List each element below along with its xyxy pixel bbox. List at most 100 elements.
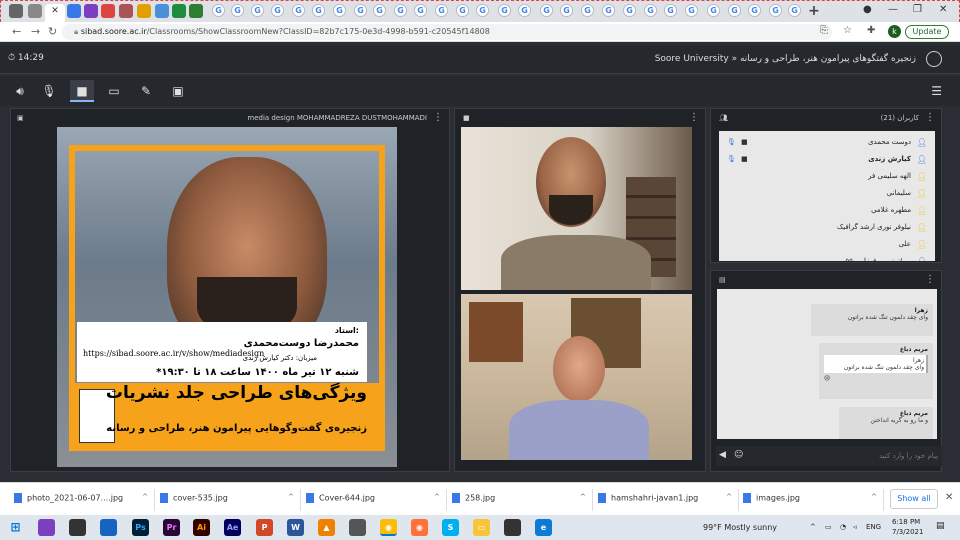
powerpoint-icon[interactable]: P bbox=[256, 519, 273, 536]
screen-share-icon[interactable]: ▭ bbox=[102, 80, 126, 102]
bookmark-star-icon[interactable]: ☆ bbox=[843, 25, 852, 36]
google-tab-favicon-icon[interactable]: G bbox=[231, 4, 244, 17]
google-tab-favicon-icon[interactable]: G bbox=[644, 4, 657, 17]
speaker-icon[interactable]: 🔊︎ bbox=[8, 80, 32, 102]
google-tab-favicon-icon[interactable]: G bbox=[476, 4, 489, 17]
show-all-button[interactable]: Show all bbox=[890, 489, 938, 509]
app-visual-studio-icon[interactable] bbox=[38, 519, 55, 536]
tray-chevron-icon[interactable]: ^ bbox=[810, 523, 816, 531]
download-item[interactable]: hamshahri-javan1.jpg bbox=[598, 493, 698, 503]
google-tab-favicon-icon[interactable]: G bbox=[560, 4, 573, 17]
google-tab-favicon-icon[interactable]: G bbox=[251, 4, 264, 17]
google-tab-favicon-icon[interactable]: G bbox=[748, 4, 761, 17]
tab-favicon-icon[interactable] bbox=[28, 4, 42, 18]
active-tab[interactable]: ✕ bbox=[45, 4, 65, 23]
google-tab-favicon-icon[interactable]: G bbox=[435, 4, 448, 17]
network-icon[interactable]: ▭ bbox=[825, 523, 832, 531]
start-icon[interactable]: ⊞ bbox=[7, 519, 24, 536]
panel-expand-icon[interactable]: ▣ bbox=[17, 109, 24, 127]
new-tab-icon[interactable]: + bbox=[807, 4, 821, 18]
google-tab-favicon-icon[interactable]: G bbox=[769, 4, 782, 17]
user-row[interactable]: دوست محمدی 👤︎ 🎙︎ ■ bbox=[719, 135, 935, 151]
weather-text[interactable]: 99°F Mostly sunny bbox=[703, 523, 777, 532]
video-tile-1[interactable] bbox=[461, 127, 692, 290]
close-downloads-icon[interactable]: ✕ bbox=[945, 492, 953, 503]
user-row[interactable]: زینب ...فرزا ... ۵۵/ ... 👤︎ bbox=[719, 254, 935, 261]
tab-favicon-icon[interactable] bbox=[67, 4, 81, 18]
download-options-icon[interactable]: ^ bbox=[726, 493, 732, 501]
word-icon[interactable]: W bbox=[287, 519, 304, 536]
download-item[interactable]: cover-535.jpg bbox=[160, 493, 228, 503]
kebab-menu-icon[interactable]: ⋮ bbox=[925, 271, 935, 289]
google-tab-favicon-icon[interactable]: G bbox=[685, 4, 698, 17]
tab-favicon-icon[interactable] bbox=[189, 4, 203, 18]
tab-favicon-icon[interactable] bbox=[9, 4, 23, 18]
google-tab-favicon-icon[interactable]: G bbox=[498, 4, 511, 17]
app-task-view-icon[interactable] bbox=[69, 519, 86, 536]
chat-input[interactable] bbox=[750, 448, 938, 464]
user-row[interactable]: نیلوفر نوری ارشد گرافیک 👤︎ bbox=[719, 220, 935, 236]
clock-time[interactable]: 6:18 PM bbox=[892, 518, 920, 526]
download-item[interactable]: images.jpg bbox=[743, 493, 800, 503]
camera-icon[interactable]: ■ bbox=[70, 80, 94, 102]
close-window-icon[interactable]: ✕ bbox=[939, 4, 947, 15]
download-item[interactable]: Cover-644.jpg bbox=[306, 493, 375, 503]
google-tab-favicon-icon[interactable]: G bbox=[602, 4, 615, 17]
video-tile-2[interactable] bbox=[461, 294, 692, 460]
emoji-icon[interactable]: ☺ bbox=[734, 450, 743, 460]
profile-avatar[interactable]: k bbox=[888, 25, 901, 38]
google-tab-favicon-icon[interactable]: G bbox=[333, 4, 346, 17]
tab-close-icon[interactable]: ✕ bbox=[51, 6, 59, 16]
google-tab-favicon-icon[interactable]: G bbox=[354, 4, 367, 17]
app-icon[interactable] bbox=[349, 519, 366, 536]
firefox-icon[interactable]: ◉ bbox=[411, 519, 428, 536]
google-tab-favicon-icon[interactable]: G bbox=[456, 4, 469, 17]
wifi-icon[interactable]: ◔ bbox=[840, 523, 846, 531]
google-tab-favicon-icon[interactable]: G bbox=[664, 4, 677, 17]
whiteboard-brush-icon[interactable]: ✎ bbox=[134, 80, 158, 102]
download-options-icon[interactable]: ^ bbox=[871, 493, 877, 501]
download-item[interactable]: photo_2021-06-07....jpg bbox=[14, 493, 123, 503]
google-tab-favicon-icon[interactable]: G bbox=[518, 4, 531, 17]
google-tab-favicon-icon[interactable]: G bbox=[373, 4, 386, 17]
update-button[interactable]: Update bbox=[905, 25, 949, 39]
clock-date[interactable]: 7/3/2021 bbox=[892, 528, 923, 536]
google-tab-favicon-icon[interactable]: G bbox=[292, 4, 305, 17]
app-icon[interactable] bbox=[100, 519, 117, 536]
google-tab-favicon-icon[interactable]: G bbox=[394, 4, 407, 17]
tab-search-icon[interactable]: ● bbox=[863, 4, 872, 15]
google-tab-favicon-icon[interactable]: G bbox=[707, 4, 720, 17]
download-options-icon[interactable]: ^ bbox=[434, 493, 440, 501]
after-effects-icon[interactable]: Ae bbox=[224, 519, 241, 536]
app-icon[interactable] bbox=[504, 519, 521, 536]
share-icon[interactable]: ⎘ bbox=[820, 25, 828, 36]
maximize-icon[interactable]: ❐ bbox=[913, 4, 922, 15]
user-row[interactable]: الهه سلیمی فر 👤︎ bbox=[719, 169, 935, 185]
google-tab-favicon-icon[interactable]: G bbox=[728, 4, 741, 17]
google-tab-favicon-icon[interactable]: G bbox=[212, 4, 225, 17]
menu-icon[interactable]: ☰ bbox=[931, 84, 942, 98]
kebab-menu-icon[interactable]: ⋮ bbox=[925, 109, 935, 127]
tab-favicon-icon[interactable] bbox=[155, 4, 169, 18]
minimize-icon[interactable]: — bbox=[888, 4, 898, 15]
google-tab-favicon-icon[interactable]: G bbox=[540, 4, 553, 17]
illustrator-icon[interactable]: Ai bbox=[193, 519, 210, 536]
forward-icon[interactable]: → bbox=[31, 25, 40, 38]
back-icon[interactable]: ← bbox=[12, 25, 21, 38]
tab-favicon-icon[interactable] bbox=[137, 4, 151, 18]
user-row[interactable]: مطهره غلامی 👤︎ bbox=[719, 203, 935, 219]
download-item[interactable]: 258.jpg bbox=[452, 493, 495, 503]
reload-icon[interactable]: ↻ bbox=[48, 25, 57, 38]
google-tab-favicon-icon[interactable]: G bbox=[581, 4, 594, 17]
kebab-menu-icon[interactable]: ⋮ bbox=[433, 109, 443, 127]
download-options-icon[interactable]: ^ bbox=[580, 493, 586, 501]
google-tab-favicon-icon[interactable]: G bbox=[788, 4, 801, 17]
photoshop-icon[interactable]: Ps bbox=[132, 519, 149, 536]
chrome-icon[interactable]: ◉ bbox=[380, 519, 397, 536]
google-tab-favicon-icon[interactable]: G bbox=[623, 4, 636, 17]
volume-icon[interactable]: ◃ bbox=[853, 523, 857, 531]
download-options-icon[interactable]: ^ bbox=[288, 493, 294, 501]
tab-favicon-icon[interactable] bbox=[101, 4, 115, 18]
download-options-icon[interactable]: ^ bbox=[142, 493, 148, 501]
user-row[interactable]: علی 👤︎ bbox=[719, 237, 935, 253]
